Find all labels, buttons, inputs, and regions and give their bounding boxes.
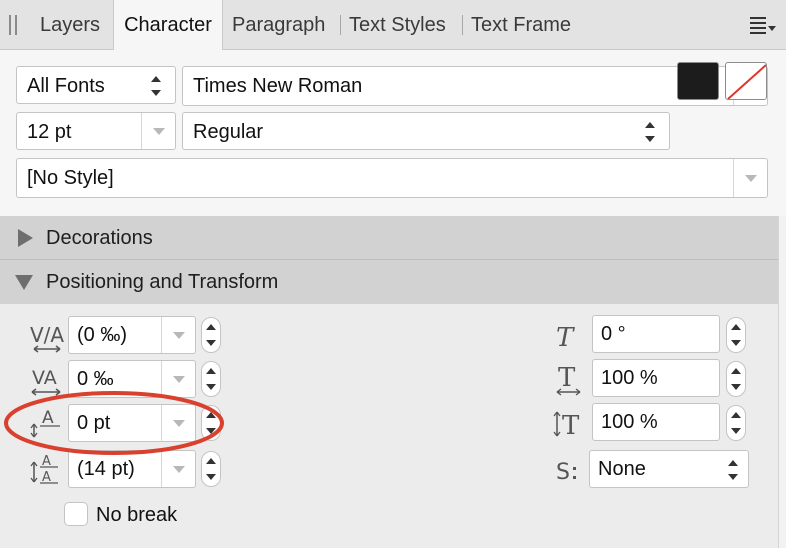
tracking-combo[interactable]: (0 ‰)	[68, 316, 196, 354]
no-break-label: No break	[96, 504, 178, 526]
character-style-value: [No Style]	[27, 167, 114, 189]
vertical-scale-value: 100 %	[601, 411, 658, 433]
decorations-section-header[interactable]: Decorations	[0, 216, 786, 260]
chevron-down-icon[interactable]	[161, 361, 195, 397]
baseline-shift-value: 0 pt	[77, 412, 111, 434]
svg-text:VA: VA	[32, 367, 57, 389]
up-down-arrows-icon	[728, 459, 738, 481]
font-size-combo[interactable]: 12 pt	[16, 112, 176, 150]
tab-paragraph[interactable]: Paragraph	[232, 0, 325, 50]
typographic-case-icon: S	[554, 454, 584, 486]
kerning-stepper[interactable]	[201, 361, 221, 397]
skew-value: 0 °	[601, 323, 626, 345]
svg-text:T: T	[558, 363, 576, 393]
tab-text-frame[interactable]: Text Frame	[471, 0, 571, 50]
baseline-shift-stepper[interactable]	[201, 405, 221, 441]
typographic-case-value: None	[598, 458, 646, 480]
drag-grip-icon[interactable]	[9, 15, 18, 35]
horizontal-scale-stepper[interactable]	[726, 361, 746, 397]
vertical-scale-icon: T	[552, 408, 586, 440]
font-collection-select[interactable]: All Fonts	[16, 66, 176, 104]
svg-text:V/A: V/A	[30, 323, 64, 347]
panel-tab-bar: Layers Character Paragraph Text Styles T…	[0, 0, 786, 51]
disclosure-triangle-collapsed-icon	[18, 229, 33, 247]
font-style-value: Regular	[193, 121, 264, 143]
tracking-stepper[interactable]	[201, 317, 221, 353]
chevron-down-icon[interactable]	[161, 405, 195, 441]
tab-separator	[340, 15, 341, 35]
decorations-label: Decorations	[46, 227, 153, 249]
kerning-combo[interactable]: 0 ‰	[68, 360, 196, 398]
tab-separator	[462, 15, 463, 35]
font-family-value: Times New Roman	[193, 75, 363, 97]
vertical-scale-stepper[interactable]	[726, 405, 746, 441]
positioning-section-header[interactable]: Positioning and Transform	[0, 260, 786, 304]
tab-character[interactable]: Character	[113, 0, 223, 51]
chevron-down-icon[interactable]	[141, 113, 175, 149]
skew-stepper[interactable]	[726, 317, 746, 353]
disclosure-triangle-expanded-icon	[15, 275, 33, 290]
leading-combo[interactable]: (14 pt)	[68, 450, 196, 488]
tracking-icon: V/A	[30, 320, 64, 354]
svg-text:S: S	[556, 460, 570, 485]
font-size-value: 12 pt	[27, 121, 72, 143]
leading-stepper[interactable]	[201, 451, 221, 487]
leading-icon: A A	[30, 452, 64, 486]
chevron-down-icon[interactable]	[161, 317, 195, 353]
character-style-combo[interactable]: [No Style]	[16, 158, 768, 198]
text-fill-color-swatch[interactable]	[677, 62, 719, 100]
svg-text:A: A	[42, 408, 54, 428]
panel-menu-icon[interactable]	[750, 13, 776, 37]
kerning-icon: VA	[30, 364, 64, 398]
svg-text:T: T	[556, 323, 575, 352]
up-down-arrows-icon	[151, 75, 161, 97]
svg-text:T: T	[562, 411, 580, 440]
leading-value: (14 pt)	[77, 458, 135, 480]
horizontal-scale-icon: T	[554, 362, 584, 396]
panel-scrollbar[interactable]	[778, 216, 786, 548]
horizontal-scale-value: 100 %	[601, 367, 658, 389]
no-color-slash-icon	[727, 64, 766, 99]
skew-icon: T	[554, 320, 584, 352]
vertical-scale-field[interactable]: 100 %	[592, 403, 720, 441]
chevron-down-icon[interactable]	[733, 159, 767, 197]
baseline-shift-icon: A	[30, 406, 64, 440]
font-collection-value: All Fonts	[27, 75, 105, 97]
chevron-down-icon[interactable]	[161, 451, 195, 487]
skew-field[interactable]: 0 °	[592, 315, 720, 353]
tab-text-styles[interactable]: Text Styles	[349, 0, 446, 50]
positioning-label: Positioning and Transform	[46, 271, 279, 293]
text-stroke-color-swatch[interactable]	[725, 62, 767, 100]
tracking-value: (0 ‰)	[77, 324, 127, 346]
baseline-shift-combo[interactable]: 0 pt	[68, 404, 196, 442]
up-down-arrows-icon	[645, 121, 655, 143]
font-style-select[interactable]: Regular	[182, 112, 670, 150]
no-break-checkbox[interactable]	[64, 502, 88, 526]
kerning-value: 0 ‰	[77, 368, 114, 390]
tab-layers[interactable]: Layers	[40, 0, 100, 50]
typographic-case-select[interactable]: None	[589, 450, 749, 488]
horizontal-scale-field[interactable]: 100 %	[592, 359, 720, 397]
